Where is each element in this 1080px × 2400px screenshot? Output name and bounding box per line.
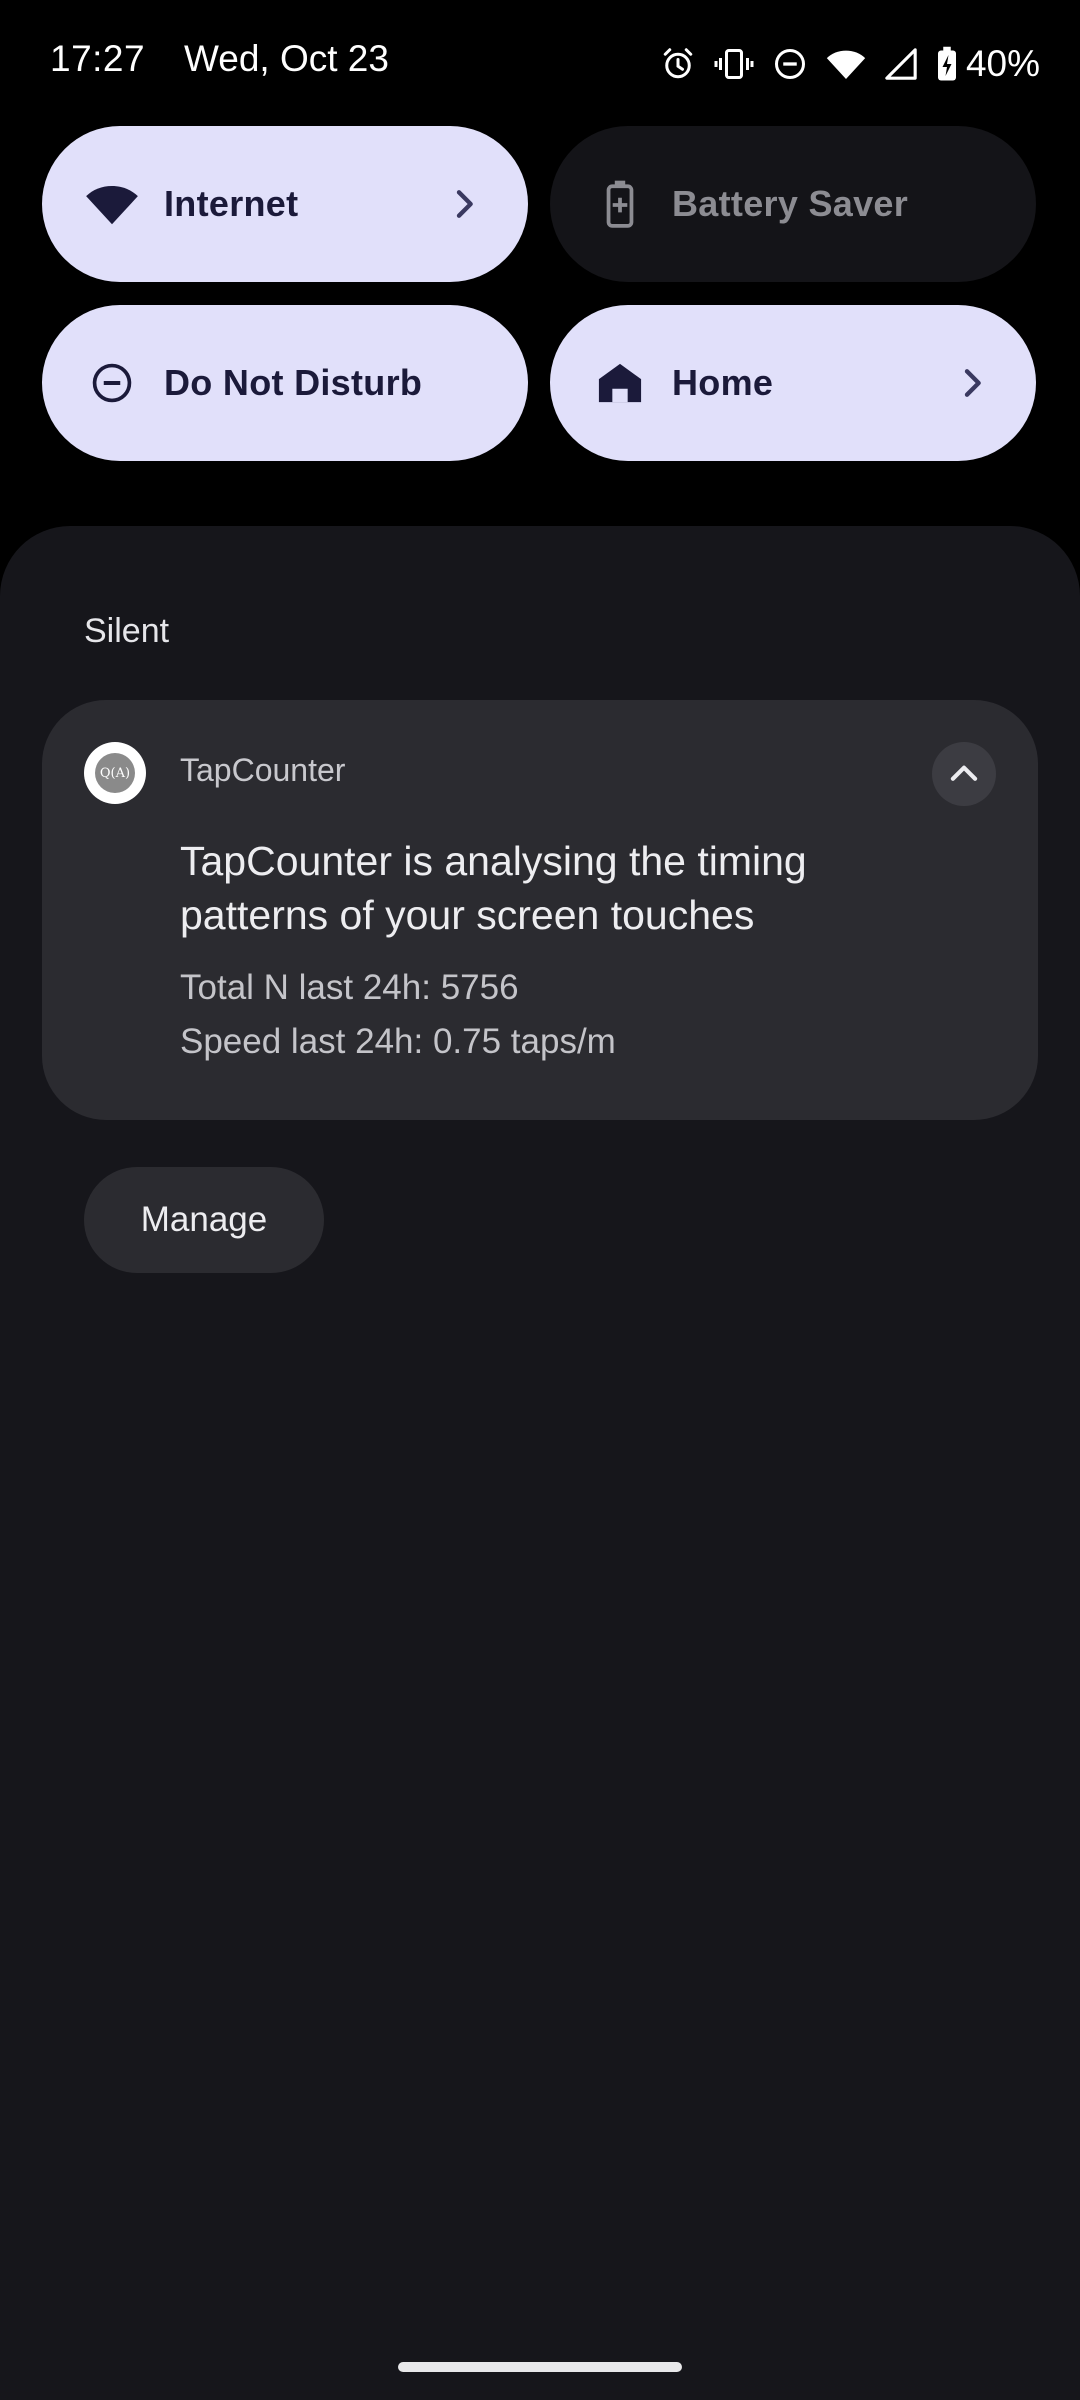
status-icons: 40% [642,40,1040,88]
battery-plus-icon [592,176,648,232]
wifi-icon [826,47,866,81]
dnd-icon [84,355,140,411]
tile-battery-saver[interactable]: Battery Saver [550,126,1036,282]
home-icon [592,355,648,411]
home-indicator[interactable] [398,2362,682,2372]
status-time: 17:27 [50,38,146,79]
dnd-icon [772,46,808,82]
notification-title: TapCounter is analysing the timing patte… [180,838,807,938]
wifi-icon [84,176,140,232]
tile-label: Do Not Disturb [164,362,423,403]
chevron-right-icon [964,369,981,397]
tile-do-not-disturb[interactable]: Do Not Disturb [42,305,528,461]
chevron-right-icon [456,190,473,218]
tile-label: Home [672,362,774,403]
app-icon-glyph: Q(A) [95,753,135,793]
notification-line: Speed last 24h: 0.75 taps/m [180,1022,616,1061]
section-title-silent: Silent [84,612,170,650]
tile-label: Battery Saver [672,183,909,224]
alarm-icon [660,46,696,82]
status-bar: 17:27 Wed, Oct 23 40% [0,0,1080,120]
cell-signal-icon [884,47,918,81]
notification-line: Total N last 24h: 5756 [180,968,519,1007]
manage-button[interactable]: Manage [84,1167,324,1273]
vibrate-icon [714,46,754,82]
chevron-up-icon [950,765,978,781]
tile-label: Internet [164,183,299,224]
tile-home[interactable]: Home [550,305,1036,461]
app-name: TapCounter [180,752,346,788]
tile-internet[interactable]: Internet [42,126,528,282]
battery-percent: 40% [965,43,1040,84]
app-icon: Q(A) [84,742,146,804]
battery-charging-icon [936,46,958,82]
notification-card[interactable]: Q(A) TapCounter TapCounter is analysing … [42,700,1038,1120]
collapse-button[interactable] [932,742,996,806]
status-date: Wed, Oct 23 [184,38,389,79]
